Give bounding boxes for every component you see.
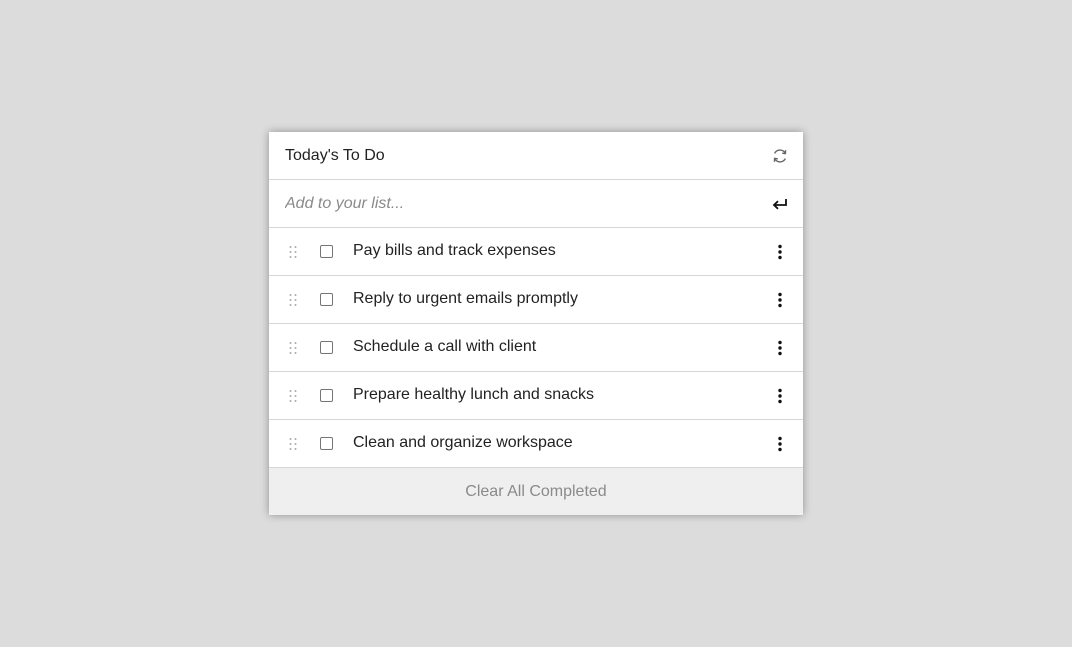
task-item-4: Prepare healthy lunch and snacks <box>269 372 803 420</box>
task-checkbox[interactable] <box>320 389 333 402</box>
drag-handle-icon[interactable] <box>289 389 297 403</box>
task-item-5: Clean and organize workspace <box>269 420 803 468</box>
enter-icon[interactable] <box>771 195 789 213</box>
todo-header: Today's To Do <box>269 132 803 180</box>
task-checkbox[interactable] <box>320 437 333 450</box>
more-options-icon[interactable] <box>777 436 783 452</box>
more-options-icon[interactable] <box>777 292 783 308</box>
more-options-icon[interactable] <box>777 388 783 404</box>
drag-handle-icon[interactable] <box>289 437 297 451</box>
refresh-icon[interactable] <box>771 147 789 165</box>
task-label: Schedule a call with client <box>353 338 537 355</box>
task-list: Pay bills and track expenses Reply to ur… <box>269 228 803 468</box>
task-checkbox[interactable] <box>320 341 333 354</box>
task-label: Reply to urgent emails promptly <box>353 290 578 307</box>
more-options-icon[interactable] <box>777 340 783 356</box>
drag-handle-icon[interactable] <box>289 245 297 259</box>
task-label: Prepare healthy lunch and snacks <box>353 386 595 403</box>
add-item-input[interactable] <box>285 194 725 213</box>
todo-title: Today's To Do <box>285 146 385 164</box>
more-options-icon[interactable] <box>777 244 783 260</box>
drag-handle-icon[interactable] <box>289 293 297 307</box>
todo-panel: Today's To Do Add to your list... Pay bi… <box>269 132 803 515</box>
drag-handle-icon[interactable] <box>289 341 297 355</box>
task-checkbox[interactable] <box>320 293 333 306</box>
task-item-2: Reply to urgent emails promptly <box>269 276 803 324</box>
clear-completed-label: Clear All Completed <box>465 482 607 500</box>
task-label: Clean and organize workspace <box>353 434 573 451</box>
task-item-1: Pay bills and track expenses <box>269 228 803 276</box>
task-checkbox[interactable] <box>320 245 333 258</box>
clear-completed-button[interactable]: Clear All Completed <box>269 468 803 515</box>
add-item-row <box>269 180 803 228</box>
task-label: Pay bills and track expenses <box>353 242 556 259</box>
task-item-3: Schedule a call with client <box>269 324 803 372</box>
